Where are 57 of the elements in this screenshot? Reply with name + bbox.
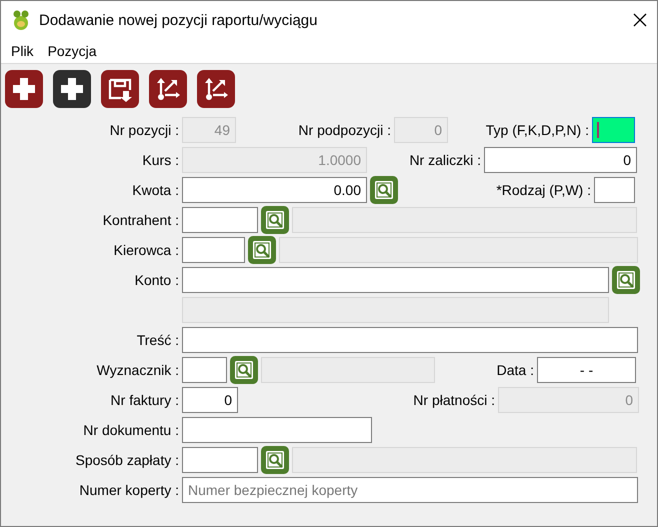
- input-field[interactable]: 0: [484, 146, 637, 172]
- input-field[interactable]: [182, 446, 258, 472]
- menu-item[interactable]: Pozycja: [48, 43, 97, 59]
- field-label: *Rodzaj (P,W) :: [495, 182, 591, 198]
- field-label: Nr podpozycji :: [297, 122, 391, 138]
- search-icon: [374, 180, 394, 200]
- input-field[interactable]: Numer bezpiecznej koperty: [182, 476, 638, 502]
- field-label: Kurs :: [141, 152, 179, 168]
- lookup-button[interactable]: [370, 176, 398, 204]
- input-field[interactable]: [182, 266, 609, 292]
- field-label: Nr dokumentu :: [82, 422, 179, 438]
- input-field[interactable]: - -: [537, 356, 636, 382]
- input-field[interactable]: [182, 356, 227, 382]
- lookup-button[interactable]: [230, 356, 258, 384]
- field-label: Konto :: [134, 272, 179, 288]
- search-icon: [234, 360, 254, 380]
- toolbar-button[interactable]: [53, 70, 91, 108]
- field-label: Treść :: [136, 332, 179, 348]
- toolbar-button[interactable]: [149, 70, 187, 108]
- toolbar-button[interactable]: [5, 70, 43, 108]
- search-icon: [265, 450, 285, 470]
- field-label: Kontrahent :: [102, 212, 179, 228]
- lookup-button[interactable]: [261, 446, 289, 474]
- lookup-button[interactable]: [248, 236, 276, 264]
- input-field[interactable]: [182, 326, 638, 352]
- input-field[interactable]: [182, 236, 245, 262]
- field-label: Nr faktury :: [110, 392, 179, 408]
- plus-icon: [59, 76, 85, 102]
- plus-icon: [11, 76, 37, 102]
- field-label: Data :: [496, 362, 534, 378]
- search-icon: [265, 210, 285, 230]
- field-label: Nr pozycji :: [108, 122, 179, 138]
- field-label: Sposób zapłaty :: [74, 452, 179, 468]
- field-label: Kwota :: [131, 182, 179, 198]
- field-label: Nr zaliczki :: [408, 152, 481, 168]
- lookup-button[interactable]: [261, 206, 289, 234]
- input-field[interactable]: [182, 416, 372, 442]
- toolbar-button[interactable]: [101, 70, 139, 108]
- input-field[interactable]: [594, 176, 635, 202]
- app-icon: [11, 9, 31, 31]
- field-label: Nr płatności :: [412, 392, 495, 408]
- input-field[interactable]: [592, 116, 635, 142]
- field-label: Typ (F,K,D,P,N) :: [484, 122, 589, 138]
- input-field[interactable]: 0.00: [182, 176, 367, 202]
- field-label: Wyznacznik :: [96, 362, 179, 378]
- field-label: Kierowca :: [112, 242, 179, 258]
- field-label: Numer koperty :: [78, 482, 179, 498]
- search-icon: [616, 270, 636, 290]
- window-title: Dodawanie nowej pozycji raportu/wyciągu: [39, 12, 318, 28]
- toolbar-button[interactable]: [197, 70, 235, 108]
- search-icon: [252, 240, 272, 260]
- text-cursor: [597, 122, 599, 138]
- input-field[interactable]: 0: [182, 386, 238, 412]
- input-field[interactable]: [182, 206, 258, 232]
- close-icon[interactable]: [633, 13, 647, 27]
- lookup-button[interactable]: [612, 266, 640, 294]
- menu-item[interactable]: Plik: [11, 43, 34, 59]
